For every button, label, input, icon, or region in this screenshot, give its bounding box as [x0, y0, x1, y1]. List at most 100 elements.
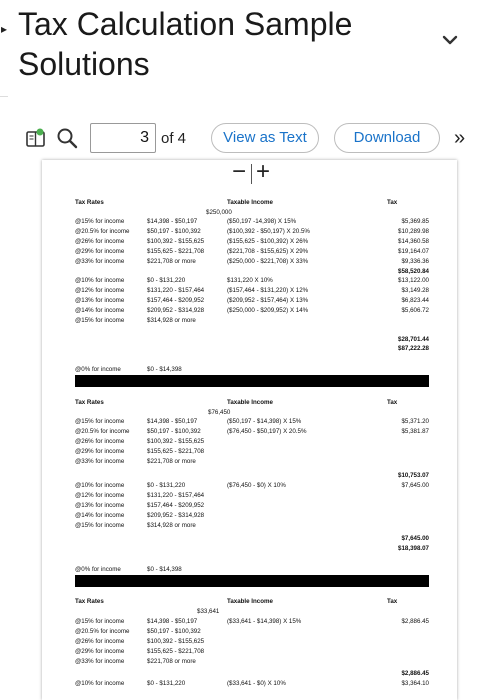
- rate-label: @15% for income: [75, 618, 125, 625]
- rate-label: @26% for income: [75, 438, 125, 445]
- tax-amount: $7,645.00: [401, 482, 429, 489]
- search-icon[interactable]: [55, 126, 79, 150]
- rate-label: @29% for income: [75, 248, 125, 255]
- collapse-arrow-icon[interactable]: ▸: [1, 22, 7, 36]
- rate-label: @14% for income: [75, 307, 125, 314]
- bracket-range: $314,928 or more: [147, 317, 196, 324]
- rate-label: @12% for income: [75, 287, 125, 294]
- header-tax: Tax: [387, 199, 398, 206]
- page-number-input[interactable]: 3: [90, 123, 156, 153]
- redaction-bar: [75, 375, 429, 387]
- bracket-range: $314,928 or more: [147, 522, 196, 529]
- bracket-range: $157,464 - $209,952: [147, 297, 205, 304]
- calculation: ($221,708 - $155,625) X 29%: [227, 248, 309, 255]
- rate-label: @0% for income: [75, 366, 121, 373]
- bracket-range: $14,398 - $50,197: [147, 618, 198, 625]
- calculation: $131,220 X 10%: [227, 277, 273, 284]
- tax-amount: $19,164.07: [398, 248, 429, 255]
- rate-label: @10% for income: [75, 680, 125, 687]
- bracket-range: $209,952 - $314,928: [147, 512, 205, 519]
- bracket-range: $209,952 - $314,928: [147, 307, 205, 314]
- calculation: ($33,641 - $0) X 10%: [227, 680, 286, 687]
- rate-label: @15% for income: [75, 317, 125, 324]
- tax-total: $28,701.44: [398, 336, 429, 343]
- calculation: ($250,000 - $209,952) X 14%: [227, 307, 309, 314]
- header-tax-rates: Tax Rates: [75, 399, 104, 406]
- tax-subtotal: $10,753.07: [398, 472, 429, 479]
- bracket-range: $0 - $131,220: [147, 277, 186, 284]
- rate-label: @20.5% for income: [75, 428, 130, 435]
- tax-subtotal: $58,520.84: [398, 268, 429, 275]
- calculation: ($155,625 - $100,392) X 26%: [227, 238, 309, 245]
- bracket-range: $50,197 - $100,392: [147, 428, 201, 435]
- bracket-range: $221,708 or more: [147, 658, 196, 665]
- zoom-in-button[interactable]: +: [256, 160, 270, 186]
- tax-subtotal: $2,886.45: [401, 670, 429, 677]
- calculation: ($157,464 - $131,220) X 12%: [227, 287, 309, 294]
- tax-amount: $13,122.00: [398, 277, 429, 284]
- viewer-toolbar: 3 of 4 View as Text Download »: [0, 118, 498, 162]
- header-tax-rates: Tax Rates: [75, 199, 104, 206]
- header-taxable-income: Taxable Income: [227, 598, 273, 605]
- rate-label: @15% for income: [75, 418, 125, 425]
- calculation: ($250,000 - $221,708) X 33%: [227, 258, 309, 265]
- rate-label: @20.5% for income: [75, 228, 130, 235]
- zoom-out-button[interactable]: −: [232, 160, 246, 186]
- tax-total: $18,398.07: [398, 545, 429, 552]
- calculation: ($76,450 - $50,197) X 20.5%: [227, 428, 307, 435]
- income-amount: $250,000: [206, 209, 232, 216]
- rate-label: @29% for income: [75, 448, 125, 455]
- tax-amount: $5,369.85: [401, 218, 429, 225]
- tax-amount: $14,360.58: [398, 238, 429, 245]
- tax-amount: $9,336.36: [401, 258, 429, 265]
- rate-label: @33% for income: [75, 258, 125, 265]
- bracket-range: $155,625 - $221,708: [147, 648, 205, 655]
- rate-label: @10% for income: [75, 482, 125, 489]
- zoom-separator: [251, 164, 252, 184]
- bracket-range: $155,625 - $221,708: [147, 448, 205, 455]
- page-title: Tax Calculation Sample Solutions: [18, 4, 352, 84]
- calculation: ($76,450 - $0) X 10%: [227, 482, 286, 489]
- tax-amount: $3,364.10: [401, 680, 429, 687]
- redaction-bar: [75, 575, 429, 587]
- bracket-range: $100,392 - $155,625: [147, 638, 205, 645]
- tax-amount: $6,823.44: [401, 297, 429, 304]
- bracket-range: $0 - $14,398: [147, 566, 182, 573]
- view-as-text-button[interactable]: View as Text: [211, 123, 319, 153]
- bracket-range: $131,220 - $157,464: [147, 287, 205, 294]
- document-page: − + Tax Rates Taxable Income Tax $250,00…: [42, 160, 457, 700]
- page-count-label: of 4: [161, 130, 187, 147]
- bracket-range: $131,220 - $157,464: [147, 492, 205, 499]
- rate-label: @20.5% for income: [75, 628, 130, 635]
- rate-label: @12% for income: [75, 492, 125, 499]
- bracket-range: $100,392 - $155,625: [147, 438, 205, 445]
- book-sidebar-icon[interactable]: [25, 128, 47, 148]
- document-title-bar: ▸ Tax Calculation Sample Solutions: [0, 0, 498, 96]
- rate-label: @26% for income: [75, 238, 125, 245]
- calculation: ($33,641 - $14,398) X 15%: [227, 618, 302, 625]
- calculation: ($50,197 - $14,398) X 15%: [227, 418, 302, 425]
- more-options-icon[interactable]: »: [454, 127, 465, 150]
- header-taxable-income: Taxable Income: [227, 399, 273, 406]
- bracket-range: $155,625 - $221,708: [147, 248, 205, 255]
- bracket-range: $50,197 - $100,392: [147, 228, 201, 235]
- chevron-down-icon[interactable]: [440, 30, 460, 50]
- rate-label: @0% for income: [75, 566, 121, 573]
- bracket-range: $100,392 - $155,625: [147, 238, 205, 245]
- calculation: ($100,392 - $50,197) X 20.5%: [227, 228, 310, 235]
- tax-amount: $2,886.45: [401, 618, 429, 625]
- page-title-line-2: Solutions: [18, 46, 150, 82]
- rate-label: @29% for income: [75, 648, 125, 655]
- bracket-range: $157,464 - $209,952: [147, 502, 205, 509]
- header-tax: Tax: [387, 598, 398, 605]
- rate-label: @15% for income: [75, 218, 125, 225]
- tax-amount: $10,289.98: [398, 228, 429, 235]
- rate-label: @13% for income: [75, 297, 125, 304]
- income-amount: $76,450: [208, 409, 231, 416]
- bracket-range: $50,197 - $100,392: [147, 628, 201, 635]
- download-button[interactable]: Download: [334, 123, 440, 153]
- rate-label: @33% for income: [75, 658, 125, 665]
- rate-label: @15% for income: [75, 522, 125, 529]
- rate-label: @10% for income: [75, 277, 125, 284]
- bracket-range: $0 - $14,398: [147, 366, 182, 373]
